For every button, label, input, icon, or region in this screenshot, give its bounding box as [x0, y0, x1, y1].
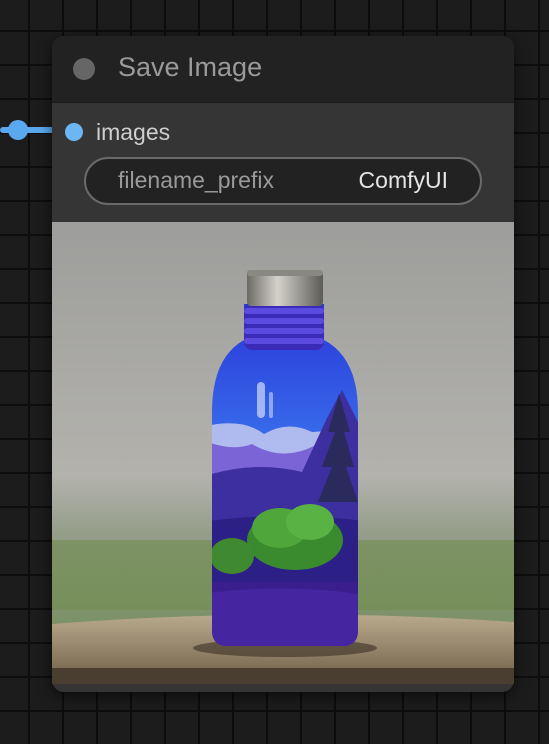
link-reroute-dot[interactable] — [8, 120, 28, 140]
widget-name-label: filename_prefix — [118, 167, 274, 193]
save-image-node[interactable]: Save Image images filename_prefix ComfyU… — [52, 36, 514, 692]
node-header[interactable]: Save Image — [52, 36, 514, 103]
collapse-toggle-icon[interactable] — [73, 58, 95, 80]
image-preview[interactable] — [52, 222, 514, 684]
filename-prefix-field[interactable]: filename_prefix ComfyUI — [84, 157, 482, 205]
node-title: Save Image — [118, 52, 263, 82]
generated-image-thumbnail — [52, 222, 514, 684]
images-input-slot-icon[interactable] — [65, 123, 83, 141]
images-input-label: images — [96, 119, 171, 145]
widget-value: ComfyUI — [358, 167, 448, 193]
